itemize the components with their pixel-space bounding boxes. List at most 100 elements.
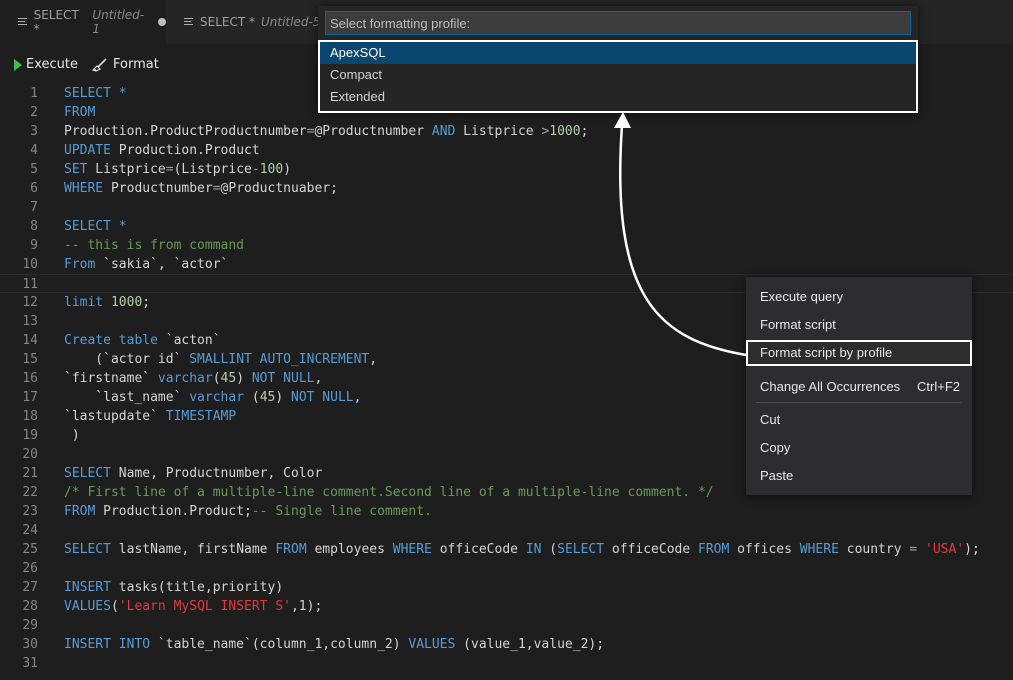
code-token: /* First line of a multiple-line comment…	[64, 485, 714, 500]
profile-option-extended[interactable]: Extended	[320, 86, 916, 108]
code-token: -- this is from command	[64, 238, 245, 253]
brush-icon	[92, 57, 107, 72]
line-number: 10	[22, 257, 38, 272]
line-number: 9	[30, 238, 38, 253]
code-text: Create table `acton`	[64, 331, 221, 350]
code-token: 1000	[110, 295, 143, 310]
code-line[interactable]: 4 UPDATE Production.Product	[0, 141, 1013, 160]
menu-item-cut[interactable]: Cut	[746, 407, 972, 433]
profile-option-compact[interactable]: Compact	[320, 64, 916, 86]
tab-untitled-1[interactable]: SELECT * Untitled-1	[0, 0, 166, 44]
line-number: 6	[30, 181, 38, 196]
code-line[interactable]: 25 SELECT lastName, firstName FROM employ…	[0, 540, 1013, 559]
code-token: limit	[64, 295, 104, 310]
menu-item-format-script-by-profile[interactable]: Format script by profile	[746, 340, 972, 366]
line-number: 16	[22, 371, 38, 386]
code-token: )	[275, 390, 291, 405]
code-token: INSERT INTO	[64, 637, 151, 652]
code-line[interactable]: 29	[0, 616, 1013, 635]
code-token: );	[964, 542, 980, 557]
code-line[interactable]: 5 SET Listprice=(Listprice-100)	[0, 160, 1013, 179]
line-number: 11	[22, 277, 38, 292]
code-token: SELECT *	[64, 86, 127, 101]
menu-item-label: Change All Occurrences	[760, 379, 901, 394]
execute-button[interactable]: Execute	[14, 57, 78, 72]
format-label: Format	[113, 57, 159, 72]
code-token: FROM	[64, 105, 96, 120]
code-token: WHERE	[392, 542, 432, 557]
unsaved-dot-icon[interactable]	[158, 18, 166, 26]
code-line[interactable]: 26	[0, 559, 1013, 578]
code-token: `table_name`(column_1,column_2)	[150, 637, 409, 652]
tab-subtitle: Untitled-1	[92, 8, 145, 36]
line-number: 8	[30, 219, 38, 234]
profile-option-apexsql[interactable]: ApexSQL	[320, 42, 916, 64]
line-number: 18	[22, 409, 38, 424]
line-number: 12	[22, 295, 38, 310]
menu-item-change-all-occurrences[interactable]: Change All Occurrences Ctrl+F2	[746, 374, 972, 400]
code-text: `last_name` varchar (45) NOT NULL,	[64, 388, 361, 407]
code-token: offices	[729, 542, 800, 557]
code-line[interactable]: 23 FROM Production.Product;-- Single line…	[0, 502, 1013, 521]
profile-search-input[interactable]	[325, 11, 911, 35]
line-number: 4	[30, 143, 38, 158]
code-token: SELECT *	[64, 219, 127, 234]
code-token: -	[251, 162, 260, 177]
code-token: `sakia`, `actor`	[95, 257, 229, 272]
line-number: 29	[22, 618, 38, 633]
tab-title: SELECT *	[33, 8, 79, 36]
code-token: country	[838, 542, 910, 557]
code-token: (value_1,value_2);	[455, 637, 605, 652]
document-icon	[18, 17, 28, 27]
execute-label: Execute	[26, 57, 78, 72]
code-token: ,	[353, 390, 362, 405]
code-token: UPDATE	[64, 143, 111, 158]
code-token: Production.Product;	[95, 504, 252, 519]
format-button[interactable]: Format	[92, 57, 159, 72]
code-line[interactable]: 6 WHERE Productnumber=@Productnuaber;	[0, 179, 1013, 198]
code-token: `acton`	[157, 333, 221, 348]
code-token: ;	[580, 124, 589, 139]
code-token: )	[283, 162, 292, 177]
code-line[interactable]: 28 VALUES('Learn MySQL INSERT S',1);	[0, 597, 1013, 616]
menu-item-paste[interactable]: Paste	[746, 463, 972, 489]
line-number: 24	[22, 523, 38, 538]
code-token: (	[244, 390, 260, 405]
code-line[interactable]: 9 -- this is from command	[0, 236, 1013, 255]
line-number: 28	[22, 599, 38, 614]
code-token: SET	[64, 162, 88, 177]
code-token: Production.Product	[110, 143, 260, 158]
line-number: 3	[30, 124, 38, 139]
code-token: Productnumber	[103, 181, 213, 196]
tab-untitled-5[interactable]: SELECT * Untitled-5	[166, 0, 326, 44]
code-text: `lastupdate` TIMESTAMP	[64, 407, 236, 426]
line-number: 13	[22, 314, 38, 329]
profile-list: ApexSQL Compact Extended	[318, 40, 918, 113]
code-line[interactable]: 27 INSERT tasks(title,priority)	[0, 578, 1013, 597]
code-token: =	[165, 162, 174, 177]
code-token: SELECT	[557, 542, 605, 557]
code-token: 'USA'	[925, 542, 965, 557]
line-number: 15	[22, 352, 38, 367]
menu-item-copy[interactable]: Copy	[746, 435, 972, 461]
code-line[interactable]: 24	[0, 521, 1013, 540]
code-line[interactable]: 7	[0, 198, 1013, 217]
code-text: SELECT lastName, firstName FROM employee…	[64, 540, 980, 559]
code-token: FROM	[64, 504, 96, 519]
code-line[interactable]: 31	[0, 654, 1013, 673]
context-menu: Execute query Format script Format scrip…	[746, 277, 972, 495]
code-line[interactable]: 3 Production.ProductProductnumber=@Produc…	[0, 122, 1013, 141]
code-token: =	[212, 181, 221, 196]
code-token: `last_name`	[64, 390, 190, 405]
code-text: SET Listprice=(Listprice-100)	[64, 160, 291, 179]
code-token: 45	[220, 371, 237, 386]
code-token: Create table	[64, 333, 158, 348]
menu-item-format-script[interactable]: Format script	[746, 312, 972, 338]
code-line[interactable]: 8 SELECT *	[0, 217, 1013, 236]
code-line[interactable]: 10 From `sakia`, `actor`	[0, 255, 1013, 274]
menu-item-execute-query[interactable]: Execute query	[746, 284, 972, 310]
code-line[interactable]: 30 INSERT INTO `table_name`(column_1,colu…	[0, 635, 1013, 654]
code-token: NOT NULL	[251, 371, 315, 386]
code-text: UPDATE Production.Product	[64, 141, 260, 160]
code-text: Production.ProductProductnumber=@Product…	[64, 122, 588, 141]
